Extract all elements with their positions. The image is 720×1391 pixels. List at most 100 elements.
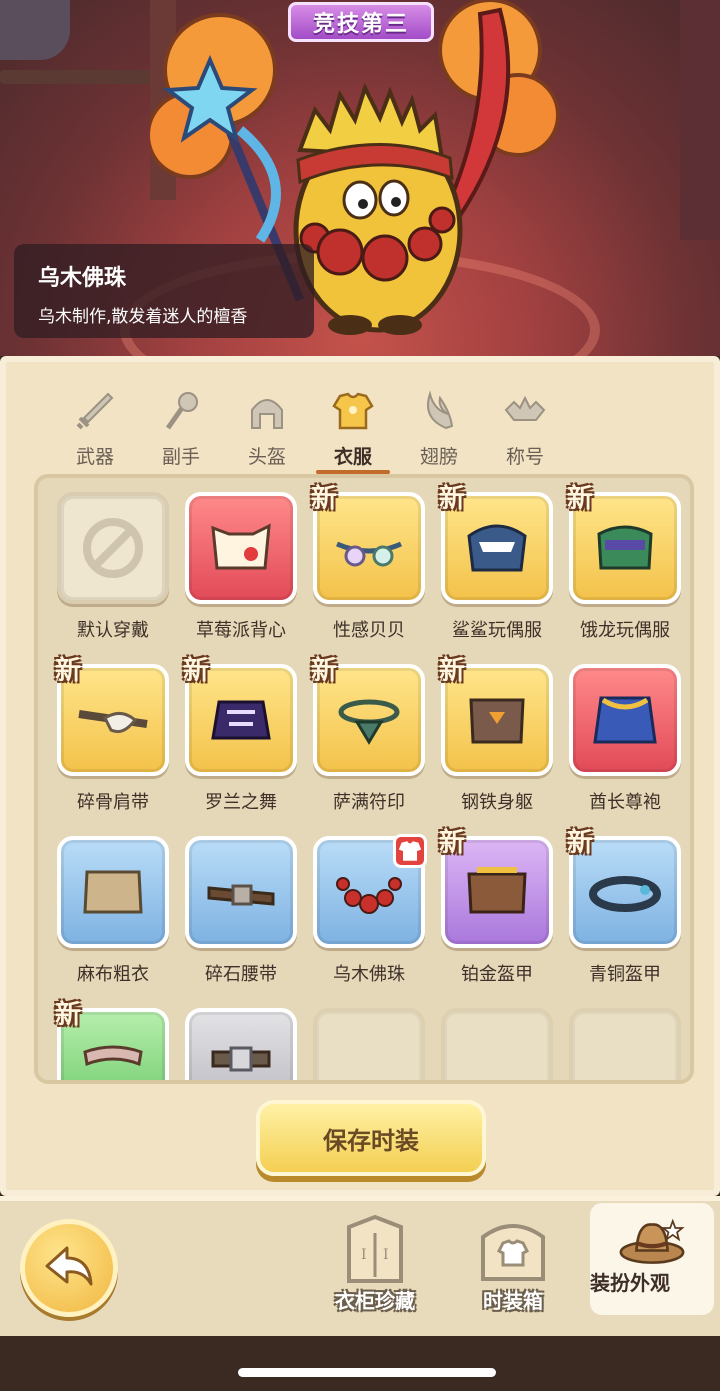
tab-label: 衣服	[333, 446, 372, 468]
background-pillar-right	[680, 0, 720, 240]
helmet-icon	[251, 399, 283, 429]
save-outfit-button[interactable]: 保存时装	[256, 1100, 486, 1176]
armor-icon	[332, 392, 374, 430]
selected-item-description: 乌木制作,散发着迷人的檀香	[38, 307, 248, 327]
item-name: 罗兰之舞	[205, 792, 277, 813]
item-name: 碎骨肩带	[77, 792, 149, 813]
stone-belt-icon	[207, 884, 275, 906]
new-badge: 新	[439, 828, 466, 858]
item-tile	[569, 664, 681, 776]
tab-helmet[interactable]: 头盔	[224, 386, 310, 476]
item-name: 草莓派背心	[196, 620, 286, 641]
new-badge: 新	[55, 1000, 82, 1030]
tab-weapon[interactable]: 武器	[52, 386, 138, 476]
item-tile	[313, 834, 427, 948]
offhand-icon	[165, 392, 198, 430]
item-name: 碎石腰带	[205, 964, 277, 985]
item-cell[interactable]: 默认穿戴	[54, 492, 172, 652]
background-egg	[0, 0, 70, 60]
category-tabs: 武器 副手 头盔 衣服 翅膀 称号	[52, 386, 572, 476]
roland-dance-icon	[211, 700, 271, 740]
item-cell[interactable]: 新 萨满符印	[310, 656, 428, 824]
item-tile	[57, 836, 169, 948]
sword-icon	[76, 392, 114, 430]
new-badge: 新	[311, 656, 338, 686]
bottom-nav: I I 衣柜珍藏 时装箱 装扮外观	[0, 1196, 720, 1336]
item-cell[interactable]: 碎石腰带	[182, 836, 300, 996]
home-indicator[interactable]	[238, 1368, 496, 1377]
character-preview: 竞技第三 乌木佛珠 乌木制作,散发着迷人的檀香	[0, 0, 720, 356]
tab-wings[interactable]: 翅膀	[396, 386, 482, 476]
item-cell[interactable]: 乌木佛珠	[310, 834, 428, 996]
chief-robe-icon	[593, 696, 657, 744]
tab-label: 称号	[505, 446, 544, 468]
item-tile: 新	[567, 828, 681, 948]
tab-title[interactable]: 称号	[482, 386, 568, 476]
empty-slot	[566, 1008, 684, 1080]
equipped-shirt-icon	[393, 834, 427, 868]
item-tile: 新	[439, 828, 553, 948]
item-grid-frame: 默认穿戴 草莓派背心 新 性感贝贝 新 鲨鲨玩偶服 新 饿龙玩偶服 新 碎骨肩带…	[34, 474, 694, 1084]
item-name: 饿龙玩偶服	[580, 620, 670, 641]
shaman-seal-icon	[338, 699, 400, 745]
new-badge: 新	[439, 484, 466, 514]
shark-costume-icon	[467, 524, 527, 572]
back-arrow-icon	[45, 1246, 93, 1286]
platinum-armor-icon	[467, 867, 527, 914]
item-tile	[185, 836, 297, 948]
item-name: 乌木佛珠	[333, 964, 405, 985]
item-tile: 新	[55, 1000, 169, 1080]
empty-slot	[310, 1008, 428, 1080]
new-badge: 新	[439, 656, 466, 686]
item-cell[interactable]: 新 钢铁身躯	[438, 656, 556, 824]
item-name: 铂金盔甲	[461, 964, 533, 985]
new-badge: 新	[311, 484, 338, 514]
item-cell[interactable]: 新 青铜盔甲	[566, 828, 684, 996]
item-name: 青铜盔甲	[589, 964, 661, 985]
tab-offhand[interactable]: 副手	[138, 386, 224, 476]
item-name: 默认穿戴	[77, 620, 149, 641]
item-cell[interactable]: 麻布粗衣	[54, 836, 172, 996]
dragon-costume-icon	[597, 525, 653, 570]
nav-dress-up-appearance[interactable]: 装扮外观	[590, 1203, 714, 1315]
item-cell[interactable]: 酋长尊袍	[566, 664, 684, 824]
empty-tile	[441, 1008, 553, 1080]
linen-shirt-icon	[83, 870, 143, 914]
new-badge: 新	[567, 828, 594, 858]
wings-icon	[427, 390, 454, 430]
nav-wardrobe-collection[interactable]: I I 衣柜珍藏	[320, 1213, 430, 1323]
nav-fashion-box[interactable]: 时装箱	[458, 1213, 568, 1323]
item-tile: 新	[567, 484, 681, 604]
item-cell[interactable]: 草莓派背心	[182, 492, 300, 652]
gray-belt-icon	[211, 1046, 271, 1072]
item-cell[interactable]	[182, 1008, 300, 1080]
cowboy-hat-icon	[619, 1218, 685, 1264]
tab-label: 头盔	[247, 446, 286, 468]
new-badge: 新	[567, 484, 594, 514]
item-cell[interactable]: 新 鲨鲨玩偶服	[438, 484, 556, 652]
nav-label: 衣柜珍藏	[335, 1289, 415, 1313]
item-tile: 新	[439, 656, 553, 776]
item-cell[interactable]: 新 罗兰之舞	[182, 656, 300, 824]
back-button[interactable]	[20, 1219, 118, 1317]
new-badge: 新	[183, 656, 210, 686]
item-tile: 新	[439, 484, 553, 604]
iron-body-icon	[469, 698, 525, 744]
selected-item-name: 乌木佛珠	[38, 266, 127, 291]
item-cell[interactable]: 新 饿龙玩偶服	[566, 484, 684, 652]
rank-banner: 竞技第三	[288, 2, 434, 42]
item-tile: 新	[311, 484, 425, 604]
wardrobe-panel: 武器 副手 头盔 衣服 翅膀 称号 默认穿戴 草莓派背心 新 性感贝贝 新 鲨鲨…	[0, 356, 720, 1196]
bronze-armor-icon	[589, 876, 661, 912]
tab-clothes[interactable]: 衣服	[310, 386, 396, 476]
item-cell[interactable]: 新 碎骨肩带	[54, 656, 172, 824]
item-name: 酋长尊袍	[589, 792, 661, 813]
item-cell[interactable]: 新	[54, 1000, 172, 1080]
item-name: 麻布粗衣	[77, 964, 149, 985]
item-name: 钢铁身躯	[461, 792, 533, 813]
item-cell[interactable]: 新 性感贝贝	[310, 484, 428, 652]
item-cell[interactable]: 新 铂金盔甲	[438, 828, 556, 996]
empty-tile	[313, 1008, 425, 1080]
item-grid: 默认穿戴 草莓派背心 新 性感贝贝 新 鲨鲨玩偶服 新 饿龙玩偶服 新 碎骨肩带…	[54, 484, 684, 1080]
item-name: 性感贝贝	[333, 620, 405, 641]
